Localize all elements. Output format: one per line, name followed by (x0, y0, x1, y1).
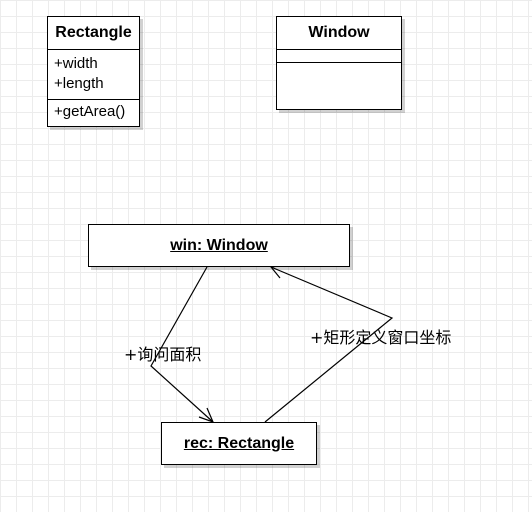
class-window-operations (277, 63, 401, 109)
class-window[interactable]: Window (276, 16, 402, 110)
attribute-width: +width (54, 55, 98, 72)
class-rectangle-name: Rectangle (48, 17, 139, 50)
class-window-name: Window (277, 17, 401, 50)
object-rec[interactable]: rec: Rectangle (161, 422, 317, 465)
class-rectangle[interactable]: Rectangle +width +length +getArea() (47, 16, 140, 127)
class-rectangle-operations: +getArea() (48, 100, 139, 126)
object-win[interactable]: win: Window (88, 224, 350, 267)
class-rectangle-attributes: +width +length (48, 50, 139, 100)
class-window-attributes (277, 50, 401, 63)
operation-get-area: +getArea() (54, 103, 126, 120)
message-label-ask-area[interactable]: +询问面积 (124, 341, 201, 365)
attribute-length: +length (54, 75, 104, 92)
message-label-define-coords[interactable]: +矩形定义窗口坐标 (310, 324, 451, 348)
